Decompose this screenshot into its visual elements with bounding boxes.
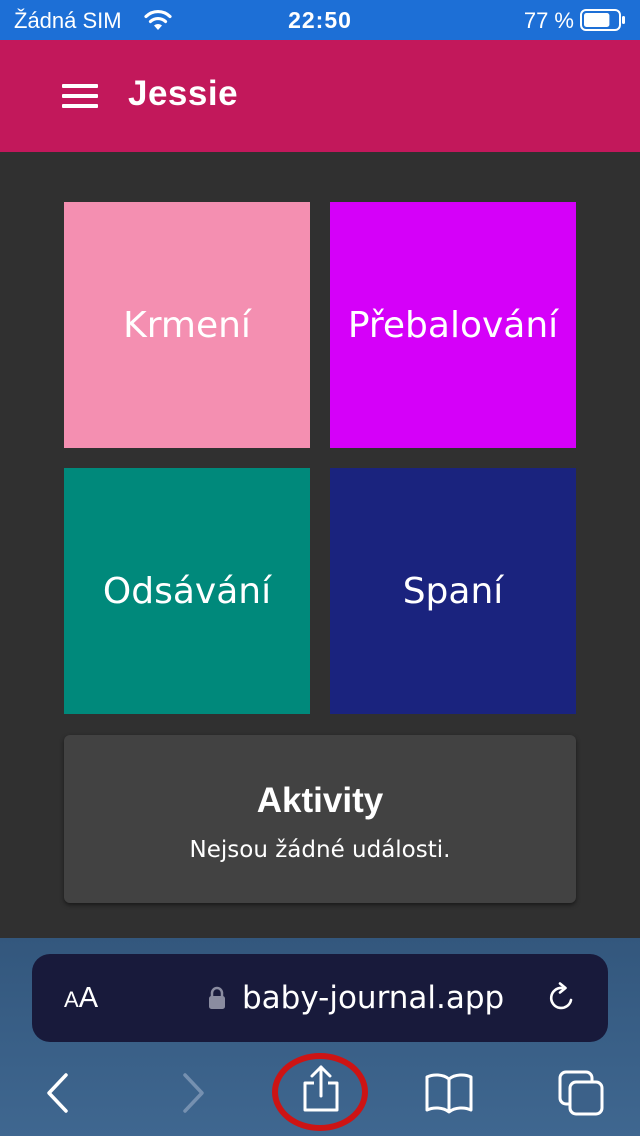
status-bar: Žádná SIM 22:50 77 % bbox=[0, 0, 640, 40]
tile-diaper-changing[interactable]: Přebalování bbox=[330, 202, 576, 448]
tabs-icon[interactable] bbox=[556, 1068, 606, 1118]
tile-diaper-changing-label: Přebalování bbox=[347, 304, 559, 346]
activities-title: Aktivity bbox=[256, 781, 384, 820]
hamburger-menu-icon[interactable] bbox=[62, 82, 98, 110]
tile-sleep-label: Spaní bbox=[402, 570, 504, 612]
reload-icon[interactable] bbox=[546, 982, 578, 1014]
back-icon[interactable] bbox=[36, 1068, 86, 1118]
text-size-icon[interactable]: AA bbox=[64, 982, 98, 1015]
url-text[interactable]: baby-journal.app bbox=[242, 980, 504, 1016]
address-bar[interactable]: AA baby-journal.app bbox=[32, 954, 608, 1042]
forward-icon[interactable] bbox=[168, 1068, 218, 1118]
battery-percent: 77 % bbox=[523, 8, 574, 33]
text-size-big: A bbox=[78, 982, 99, 1014]
browser-toolbar: AA baby-journal.app bbox=[0, 938, 640, 1136]
tile-sleep[interactable]: Spaní bbox=[330, 468, 576, 714]
text-size-small: A bbox=[64, 987, 79, 1012]
share-highlight-circle bbox=[272, 1053, 368, 1131]
activities-card: Aktivity Nejsou žádné události. bbox=[64, 735, 576, 903]
app-bar: Jessie bbox=[0, 40, 640, 152]
activities-empty-message: Nejsou žádné události. bbox=[189, 837, 451, 863]
lock-icon bbox=[209, 986, 225, 1009]
battery-icon bbox=[580, 9, 625, 31]
tile-feeding[interactable]: Krmení bbox=[64, 202, 310, 448]
tile-suction[interactable]: Odsávání bbox=[64, 468, 310, 714]
tile-feeding-label: Krmení bbox=[123, 304, 251, 346]
bookmarks-icon[interactable] bbox=[424, 1068, 474, 1118]
tile-suction-label: Odsávání bbox=[102, 570, 272, 612]
page-title: Jessie bbox=[128, 74, 239, 113]
